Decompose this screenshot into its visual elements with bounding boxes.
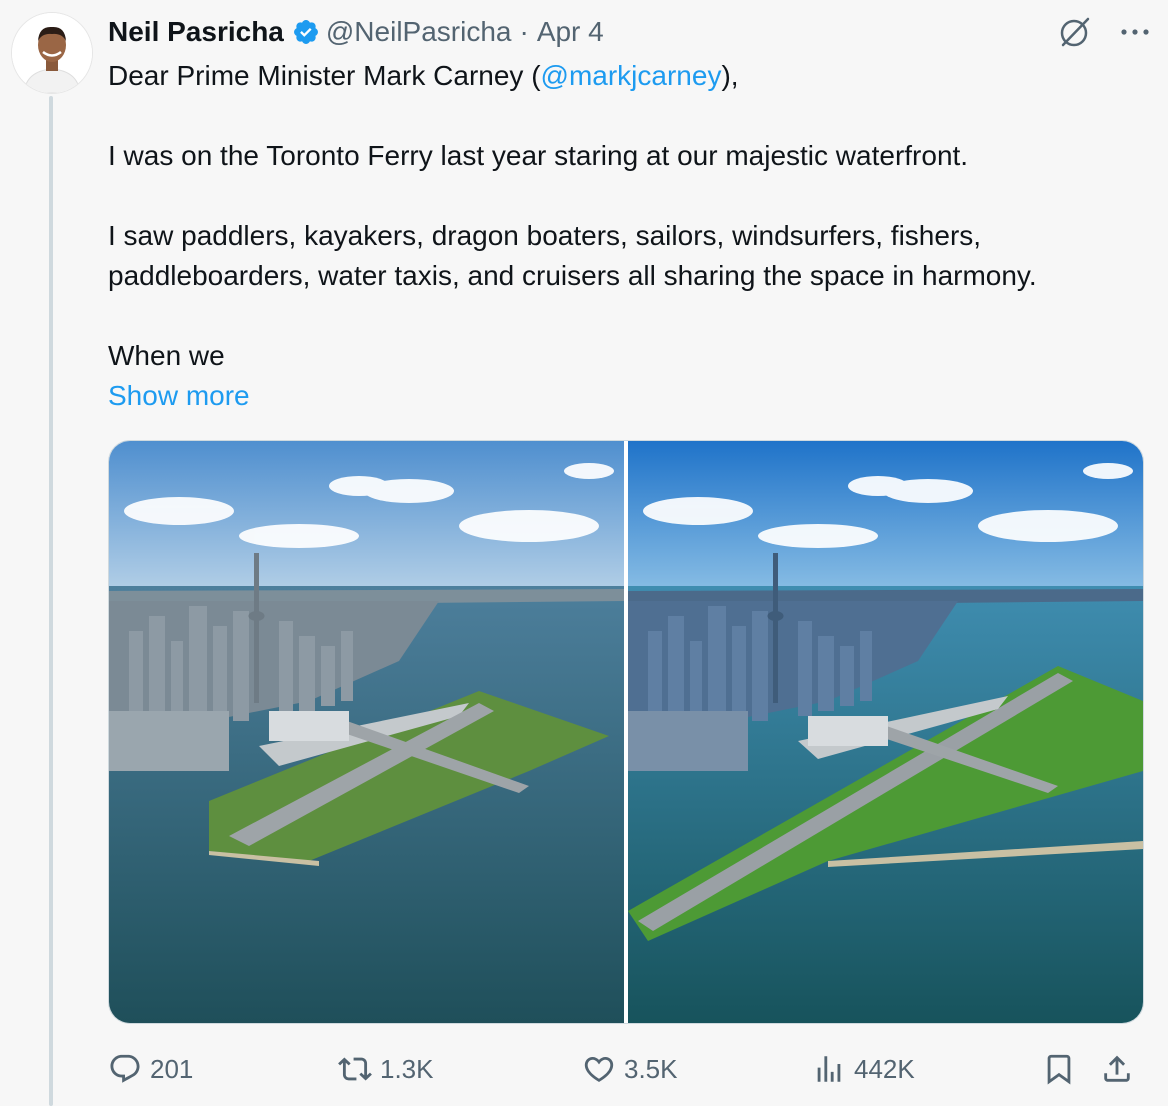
display-name[interactable]: Neil Pasricha: [108, 16, 284, 48]
repost-icon: [338, 1052, 372, 1086]
grok-icon[interactable]: [1058, 15, 1092, 49]
tweet-text-segment: Dear Prime Minister Mark Carney (: [108, 60, 541, 91]
reply-count: 201: [150, 1053, 194, 1084]
tweet-paragraph: I saw paddlers, kayakers, dragon boaters…: [108, 220, 1037, 291]
media-grid: [108, 440, 1144, 1024]
like-icon: [582, 1052, 616, 1086]
tweet-text: Dear Prime Minister Mark Carney (@markjc…: [108, 56, 1148, 416]
share-icon: [1100, 1052, 1134, 1086]
share-button[interactable]: [1100, 1052, 1134, 1086]
tweet-header: Neil Pasricha @NeilPasricha · Apr 4: [108, 14, 604, 50]
tweet-paragraph: When we: [108, 340, 225, 371]
repost-button[interactable]: 1.3K: [338, 1052, 582, 1086]
aerial-photo-toronto-island-airport-current: [109, 441, 624, 1023]
reply-icon: [108, 1052, 142, 1086]
photo-left[interactable]: [109, 441, 624, 1023]
bookmark-button[interactable]: [1042, 1052, 1076, 1086]
verified-badge-icon: [292, 18, 320, 46]
repost-count: 1.3K: [380, 1053, 434, 1084]
photo-right[interactable]: [628, 441, 1143, 1023]
reply-button[interactable]: 201: [108, 1052, 338, 1086]
views-icon: [812, 1052, 846, 1086]
views-count: 442K: [854, 1053, 915, 1084]
more-icon[interactable]: [1120, 27, 1150, 37]
avatar-portrait: [12, 13, 92, 93]
tweet-actions: 201 1.3K 3.5K 442K: [108, 1046, 1148, 1092]
thread-connector-line: [49, 96, 53, 1106]
separator-dot: ·: [519, 16, 529, 47]
tweet-paragraph: I was on the Toronto Ferry last year sta…: [108, 140, 969, 171]
aerial-photo-toronto-island-airport-extended-runway: [628, 441, 1143, 1023]
tweet-paragraph: Dear Prime Minister Mark Carney (@markjc…: [108, 56, 1148, 96]
like-count: 3.5K: [624, 1053, 678, 1084]
like-button[interactable]: 3.5K: [582, 1052, 812, 1086]
views-button[interactable]: 442K: [812, 1052, 1038, 1086]
bookmark-icon: [1042, 1052, 1076, 1086]
mention-link[interactable]: @markjcarney: [541, 60, 722, 91]
user-handle[interactable]: @NeilPasricha: [326, 16, 512, 48]
avatar[interactable]: [11, 12, 93, 94]
tweet-text-segment: ),: [721, 60, 739, 91]
tweet-date[interactable]: Apr 4: [537, 16, 604, 48]
show-more-link[interactable]: Show more: [108, 376, 250, 416]
header-actions: [1058, 12, 1150, 52]
